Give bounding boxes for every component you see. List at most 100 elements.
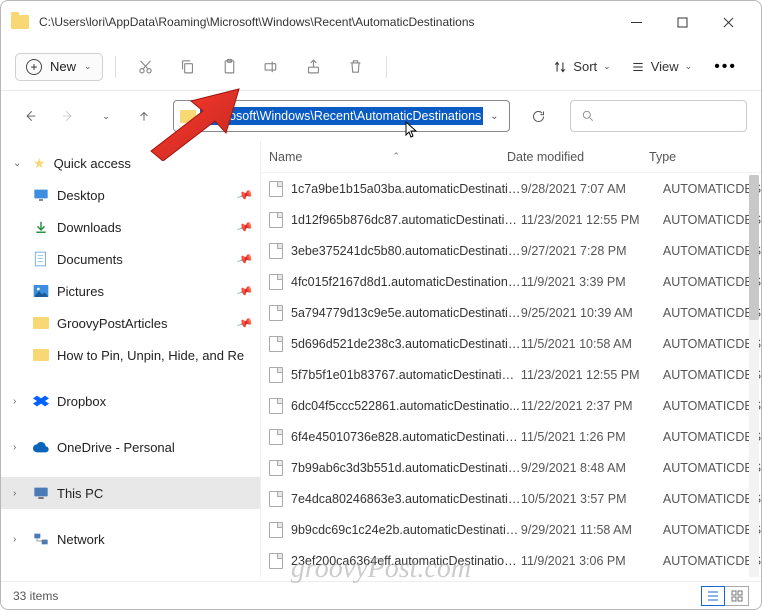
file-name: 5a794779d13c9e5e.automaticDestinatio... [291,306,521,320]
sidebar-item-label: Dropbox [57,394,106,409]
search-input[interactable] [570,100,747,132]
col-header-type[interactable]: Type [649,150,761,164]
more-button[interactable]: ••• [704,58,747,76]
copy-button[interactable] [170,49,206,85]
file-type: AUTOMATICDES [663,213,761,227]
sidebar-item-documents[interactable]: Documents 📌 [1,243,260,275]
file-date: 9/28/2021 7:07 AM [521,182,663,196]
folder-icon [33,316,49,330]
cut-button[interactable] [128,49,164,85]
col-header-date[interactable]: Date modified [507,150,649,164]
share-button[interactable] [296,49,332,85]
file-date: 9/29/2021 8:48 AM [521,461,663,475]
file-date: 11/5/2021 1:26 PM [521,430,663,444]
file-row[interactable]: 1c7a9be1b15a03ba.automaticDestinatio... … [261,173,761,204]
file-type: AUTOMATICDES [663,430,761,444]
window-title: C:\Users\lori\AppData\Roaming\Microsoft\… [39,15,613,29]
file-icon [269,274,283,290]
sidebar-item-label: GroovyPostArticles [57,316,168,331]
sidebar-this-pc[interactable]: › This PC [1,477,260,509]
rename-button[interactable] [254,49,290,85]
main-area: ⌄ ★ Quick access Desktop 📌 Downloads 📌 D… [1,141,761,577]
cloud-icon [33,440,49,454]
up-button[interactable] [129,100,159,132]
chevron-down-icon: ⌄ [685,61,693,72]
chevron-right-icon: › [13,488,25,499]
sidebar: ⌄ ★ Quick access Desktop 📌 Downloads 📌 D… [1,141,261,577]
file-row[interactable]: 7e4dca80246863e3.automaticDestinatio... … [261,483,761,514]
view-button-label: View [651,59,679,74]
file-row[interactable]: 1d12f965b876dc87.automaticDestinatio... … [261,204,761,235]
delete-button[interactable] [338,49,374,85]
file-icon [269,460,283,476]
col-header-name[interactable]: Name⌃ [269,150,507,164]
statusbar: 33 items [1,581,761,609]
sidebar-item-pictures[interactable]: Pictures 📌 [1,275,260,307]
refresh-button[interactable] [522,100,554,132]
sidebar-network[interactable]: › Network [1,523,260,555]
file-icon [269,181,283,197]
back-button[interactable] [15,100,45,132]
sort-button[interactable]: Sort ⌄ [545,54,618,79]
file-name: 7b99ab6c3d3b551d.automaticDestinatio... [291,461,521,475]
paste-button[interactable] [212,49,248,85]
file-row[interactable]: 7b99ab6c3d3b551d.automaticDestinatio... … [261,452,761,483]
file-row[interactable]: 4fc015f2167d8d1.automaticDestinations-..… [261,266,761,297]
sidebar-item-folder[interactable]: GroovyPostArticles 📌 [1,307,260,339]
file-type: AUTOMATICDES [663,306,761,320]
file-row[interactable]: 5a794779d13c9e5e.automaticDestinatio... … [261,297,761,328]
chevron-down-icon: ⌄ [13,158,25,169]
sort-asc-icon: ⌃ [392,151,400,162]
file-type: AUTOMATICDES [663,523,761,537]
file-row[interactable]: 6dc04f5ccc522861.automaticDestinatio... … [261,390,761,421]
view-button[interactable]: View ⌄ [623,54,701,79]
downloads-icon [33,220,49,234]
separator [115,56,116,78]
large-icons-view-button[interactable] [725,586,749,606]
dropbox-icon [33,394,49,408]
maximize-button[interactable] [659,6,705,38]
network-icon [33,532,49,546]
sidebar-quick-access[interactable]: ⌄ ★ Quick access [1,147,260,179]
minimize-button[interactable] [613,6,659,38]
file-type: AUTOMATICDES [663,244,761,258]
addr-dropdown[interactable]: ⌄ [483,111,505,122]
forward-button[interactable] [53,100,83,132]
file-date: 10/5/2021 3:57 PM [521,492,663,506]
file-row[interactable]: 5d696d521de238c3.automaticDestinatio... … [261,328,761,359]
sidebar-item-folder[interactable]: How to Pin, Unpin, Hide, and Re [1,339,260,371]
address-bar[interactable]: \Microsoft\Windows\Recent\AutomaticDesti… [173,100,510,132]
file-icon [269,491,283,507]
folder-icon [33,348,49,362]
sidebar-onedrive[interactable]: › OneDrive - Personal [1,431,260,463]
recent-locations-button[interactable]: ⌄ [91,100,121,132]
close-button[interactable] [705,6,751,38]
file-icon [269,553,283,569]
file-row[interactable]: 23ef200ca6364eff.automaticDestinations-.… [261,545,761,576]
folder-icon [180,110,196,123]
details-view-button[interactable] [701,586,725,606]
column-headers[interactable]: Name⌃ Date modified Type [261,141,761,173]
sidebar-item-desktop[interactable]: Desktop 📌 [1,179,260,211]
file-row[interactable]: 5f7b5f1e01b83767.automaticDestination...… [261,359,761,390]
file-row[interactable]: 9b9cdc69c1c24e2b.automaticDestinatio... … [261,514,761,545]
sidebar-item-label: Network [57,532,105,547]
new-button-label: New [50,59,76,74]
file-row[interactable]: 3ebe375241dc5b80.automaticDestinatio... … [261,235,761,266]
item-count: 33 items [13,589,58,603]
navbar: ⌄ \Microsoft\Windows\Recent\AutomaticDes… [1,91,761,141]
star-icon: ★ [33,155,46,172]
chevron-right-icon: › [13,442,25,453]
scrollbar[interactable] [749,175,759,577]
file-name: 1c7a9be1b15a03ba.automaticDestinatio... [291,182,521,196]
scrollbar-thumb[interactable] [749,175,759,320]
file-icon [269,429,283,445]
file-row[interactable]: 6f4e45010736e828.automaticDestinatio... … [261,421,761,452]
desktop-icon [33,188,49,202]
new-button[interactable]: + New ⌄ [15,53,103,81]
file-icon [269,367,283,383]
address-path[interactable]: \Microsoft\Windows\Recent\AutomaticDesti… [200,107,483,125]
sidebar-item-downloads[interactable]: Downloads 📌 [1,211,260,243]
sidebar-dropbox[interactable]: › Dropbox [1,385,260,417]
file-name: 6f4e45010736e828.automaticDestinatio... [291,430,521,444]
